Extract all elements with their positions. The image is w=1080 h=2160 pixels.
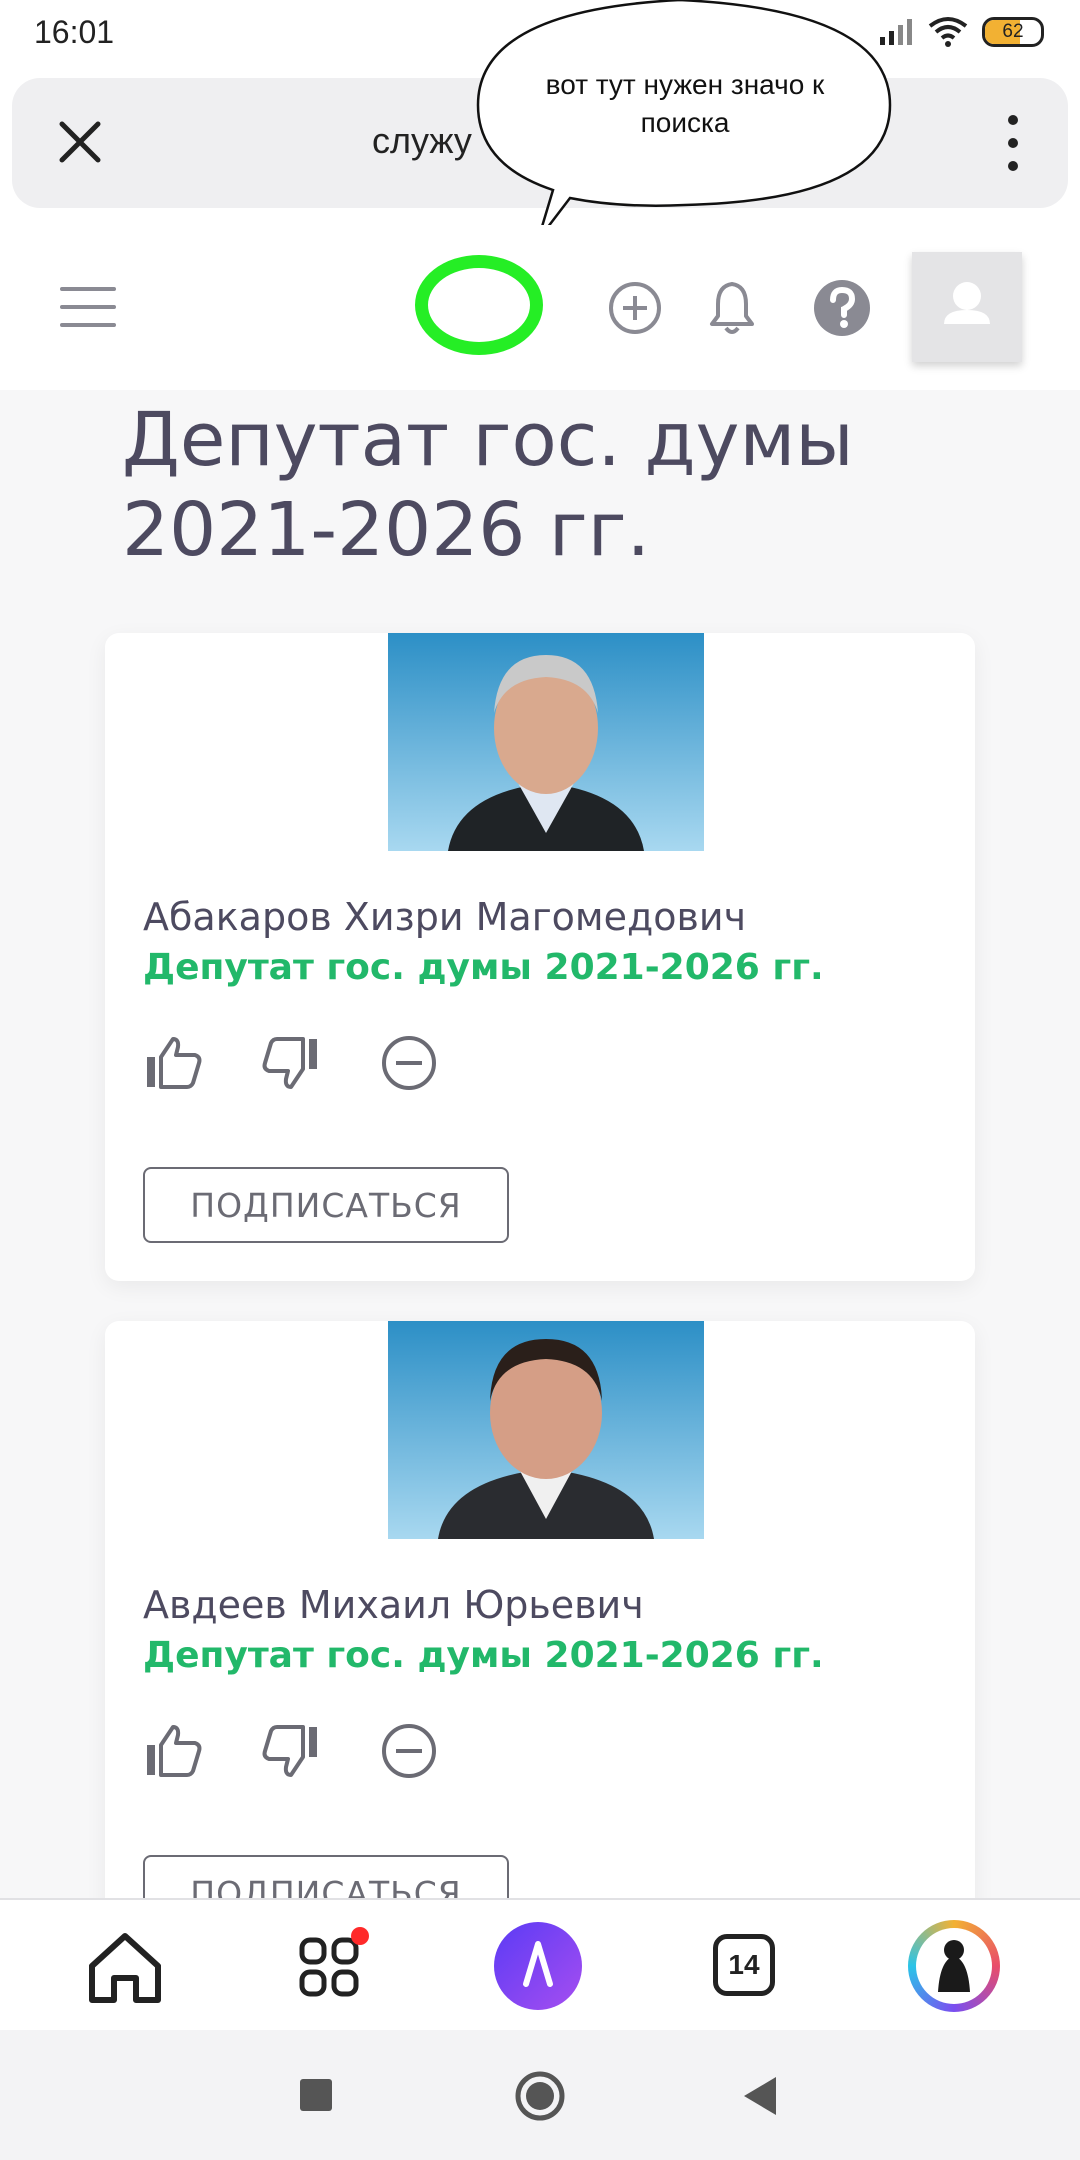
- neutral-icon[interactable]: [379, 1033, 439, 1093]
- url-text[interactable]: служу: [372, 120, 472, 162]
- back-icon[interactable]: [740, 2075, 780, 2117]
- subscribe-button[interactable]: ПОДПИСАТЬСЯ: [143, 1167, 509, 1243]
- battery-level: 62: [1002, 21, 1024, 42]
- signal-icon: [880, 19, 912, 45]
- menu-icon[interactable]: [60, 287, 116, 331]
- notification-dot: [351, 1927, 369, 1945]
- card-actions: [143, 1721, 439, 1791]
- annotation-text: вот тут нужен значо к поиска: [545, 69, 825, 138]
- battery-icon: 62: [982, 17, 1044, 47]
- status-icons: 62: [878, 16, 1044, 48]
- deputy-name: Авдеев Михаил Юрьевич: [143, 1583, 644, 1627]
- apps-icon[interactable]: [288, 1922, 378, 2012]
- search-highlight[interactable]: [415, 255, 543, 355]
- deputy-photo: [388, 1321, 704, 1539]
- profile-avatar[interactable]: [908, 1920, 1000, 2012]
- recents-icon[interactable]: [298, 2077, 334, 2113]
- home-button-icon[interactable]: [514, 2070, 566, 2122]
- user-icon: [944, 282, 990, 324]
- page-title: Депутат гос. думы 2021-2026 гг.: [122, 397, 854, 573]
- thumbs-up-icon[interactable]: [143, 1721, 203, 1781]
- deputy-role: Депутат гос. думы 2021-2026 гг.: [143, 1635, 824, 1676]
- home-icon[interactable]: [80, 1922, 170, 2012]
- bell-icon[interactable]: [702, 278, 762, 338]
- deputy-photo: [388, 633, 704, 851]
- deputy-card: Абакаров Хизри Магомедович Депутат гос. …: [105, 633, 975, 1281]
- alice-icon[interactable]: [494, 1922, 582, 2010]
- close-icon[interactable]: [52, 114, 108, 170]
- tabs-icon[interactable]: 14: [713, 1934, 775, 1996]
- neutral-icon[interactable]: [379, 1721, 439, 1781]
- more-vert-icon[interactable]: [1006, 108, 1020, 178]
- status-time: 16:01: [34, 14, 115, 50]
- thumbs-down-icon[interactable]: [261, 1033, 321, 1093]
- deputy-name: Абакаров Хизри Магомедович: [143, 895, 747, 939]
- user-avatar-button[interactable]: [912, 252, 1022, 362]
- deputy-card: Авдеев Михаил Юрьевич Депутат гос. думы …: [105, 1321, 975, 1941]
- thumbs-down-icon[interactable]: [261, 1721, 321, 1781]
- help-icon[interactable]: [812, 278, 872, 338]
- app-header: [0, 225, 1080, 390]
- add-circle-icon[interactable]: [605, 278, 665, 338]
- thumbs-up-icon[interactable]: [143, 1033, 203, 1093]
- wifi-icon: [928, 17, 968, 47]
- system-navigation: [0, 2030, 1080, 2160]
- bottom-nav: 14: [0, 1898, 1080, 2032]
- card-actions: [143, 1033, 439, 1103]
- deputy-role: Депутат гос. думы 2021-2026 гг.: [143, 947, 824, 988]
- status-bar: 16:01 62: [0, 0, 1080, 70]
